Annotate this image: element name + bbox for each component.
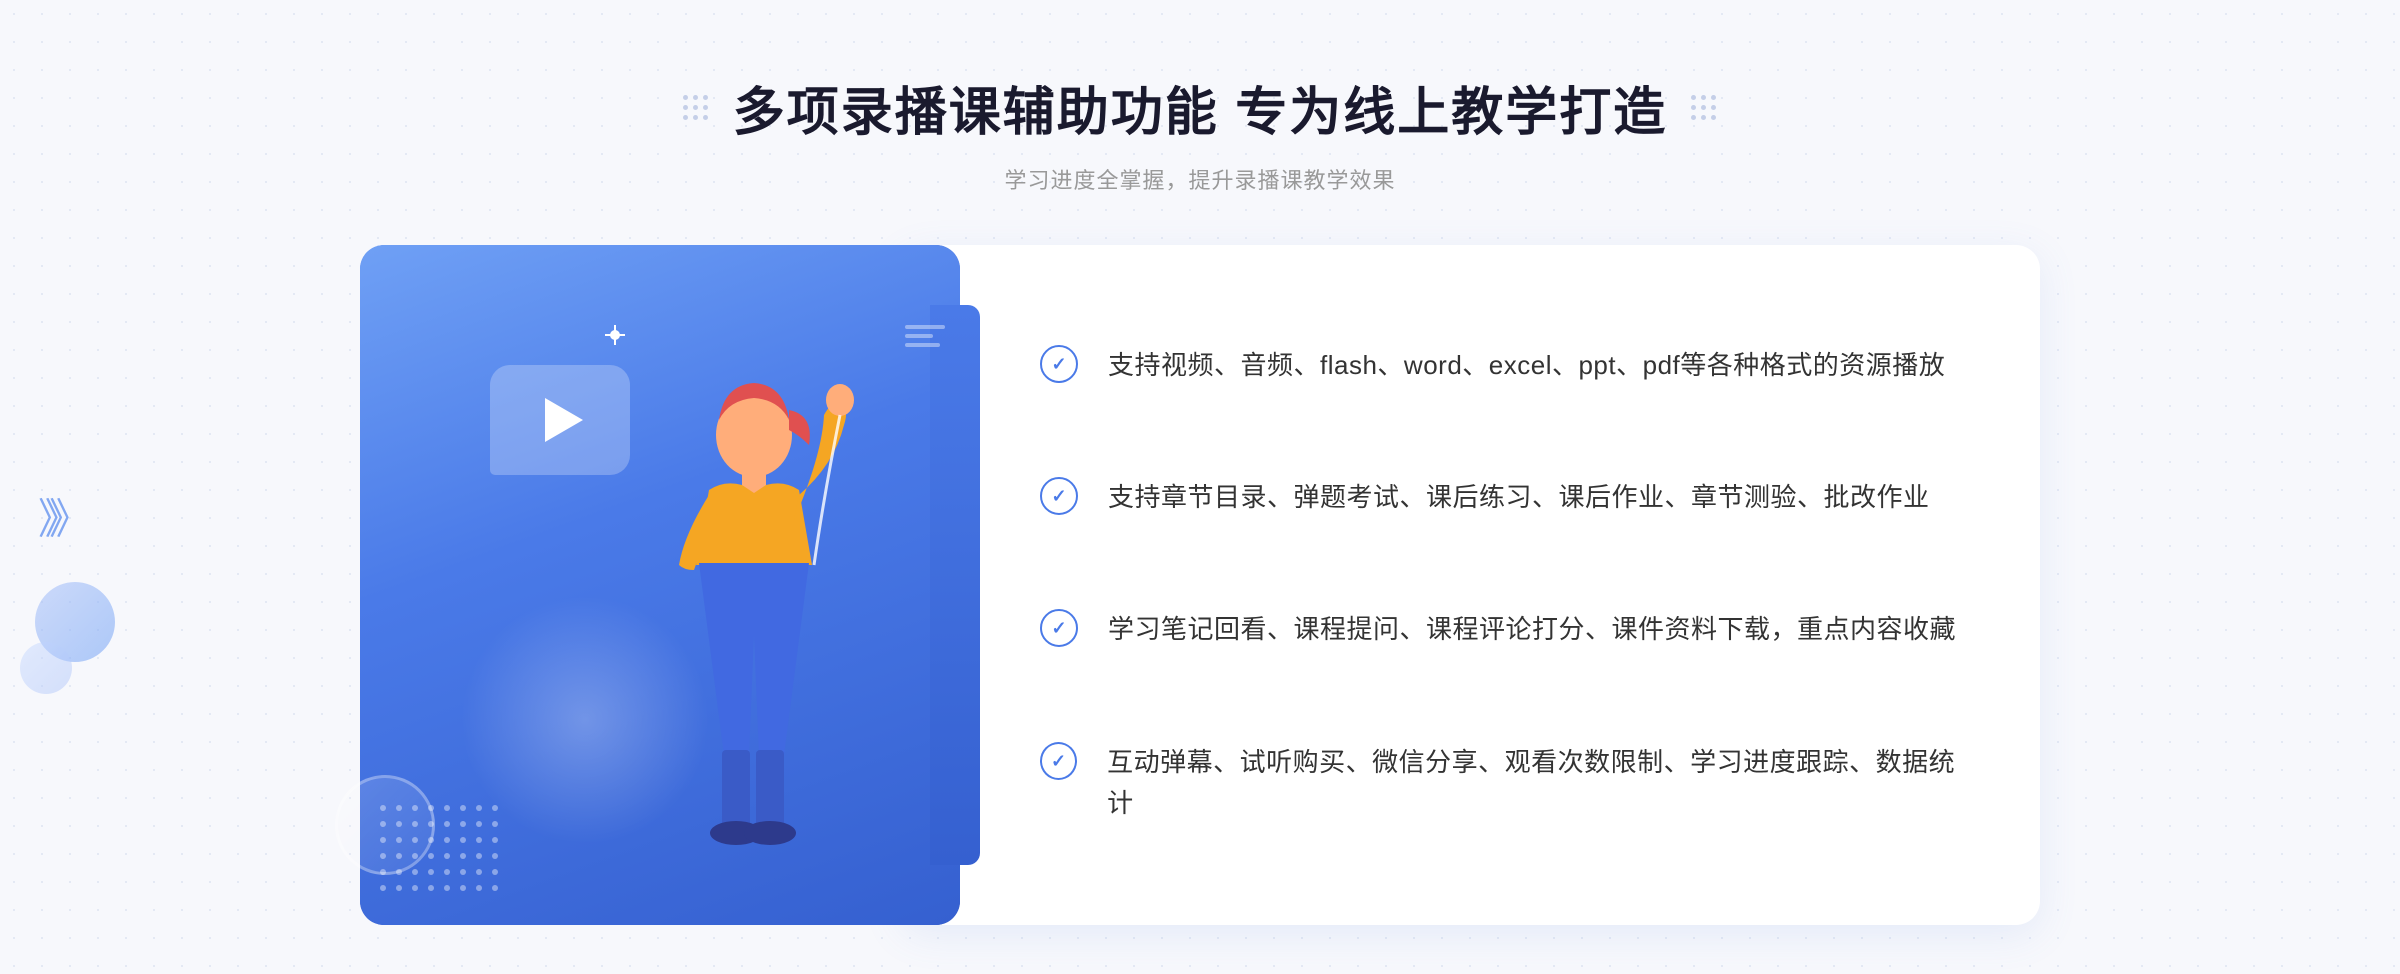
- dot-pattern-decoration: [380, 805, 502, 895]
- feature-text-2: 支持章节目录、弹题考试、课后练习、课后作业、章节测验、批改作业: [1108, 477, 1930, 519]
- feature-text-4: 互动弹幕、试听购买、微信分享、观看次数限制、学习进度跟踪、数据统计: [1107, 742, 1960, 825]
- check-circle-icon-3: [1040, 609, 1078, 647]
- features-card: 支持视频、音频、flash、word、excel、ppt、pdf等各种格式的资源…: [900, 245, 2040, 925]
- feature-item-3: 学习笔记回看、课程提问、课程评论打分、课件资料下载，重点内容收藏: [1040, 609, 1960, 651]
- illustration-card: [360, 245, 960, 925]
- decorative-dot-grid-left: [683, 95, 709, 121]
- page-title: 多项录播课辅助功能 专为线上教学打造: [733, 70, 1667, 145]
- feature-item-2: 支持章节目录、弹题考试、课后练习、课后作业、章节测验、批改作业: [1040, 477, 1960, 519]
- lines-decoration: [905, 325, 945, 347]
- page-wrapper: 多项录播课辅助功能 专为线上教学打造 学习进度全掌握，提升录播课教学效果: [0, 0, 2400, 974]
- check-circle-icon-2: [1040, 477, 1078, 515]
- feature-item-1: 支持视频、音频、flash、word、excel、ppt、pdf等各种格式的资源…: [1040, 345, 1960, 387]
- person-illustration: [564, 365, 884, 925]
- feature-text-3: 学习笔记回看、课程提问、课程评论打分、课件资料下载，重点内容收藏: [1108, 609, 1956, 651]
- header-section: 多项录播课辅助功能 专为线上教学打造 学习进度全掌握，提升录播课教学效果: [683, 0, 1717, 215]
- feature-item-4: 互动弹幕、试听购买、微信分享、观看次数限制、学习进度跟踪、数据统计: [1040, 742, 1960, 825]
- circle-small: [20, 642, 72, 694]
- feature-text-1: 支持视频、音频、flash、word、excel、ppt、pdf等各种格式的资源…: [1108, 345, 1945, 387]
- main-content: 支持视频、音频、flash、word、excel、ppt、pdf等各种格式的资源…: [360, 245, 2040, 925]
- check-circle-icon-4: [1040, 742, 1077, 780]
- chevron-left-decoration: 》》: [38, 486, 81, 547]
- page-subtitle: 学习进度全掌握，提升录播课教学效果: [683, 163, 1717, 195]
- check-circle-icon-1: [1040, 345, 1078, 383]
- sparkle-dot-icon: [610, 330, 620, 340]
- sparkle-decoration: [610, 330, 620, 340]
- title-row: 多项录播课辅助功能 专为线上教学打造: [683, 70, 1717, 145]
- decorative-dot-grid-right: [1691, 95, 1717, 121]
- blue-accent-strip: [930, 305, 980, 865]
